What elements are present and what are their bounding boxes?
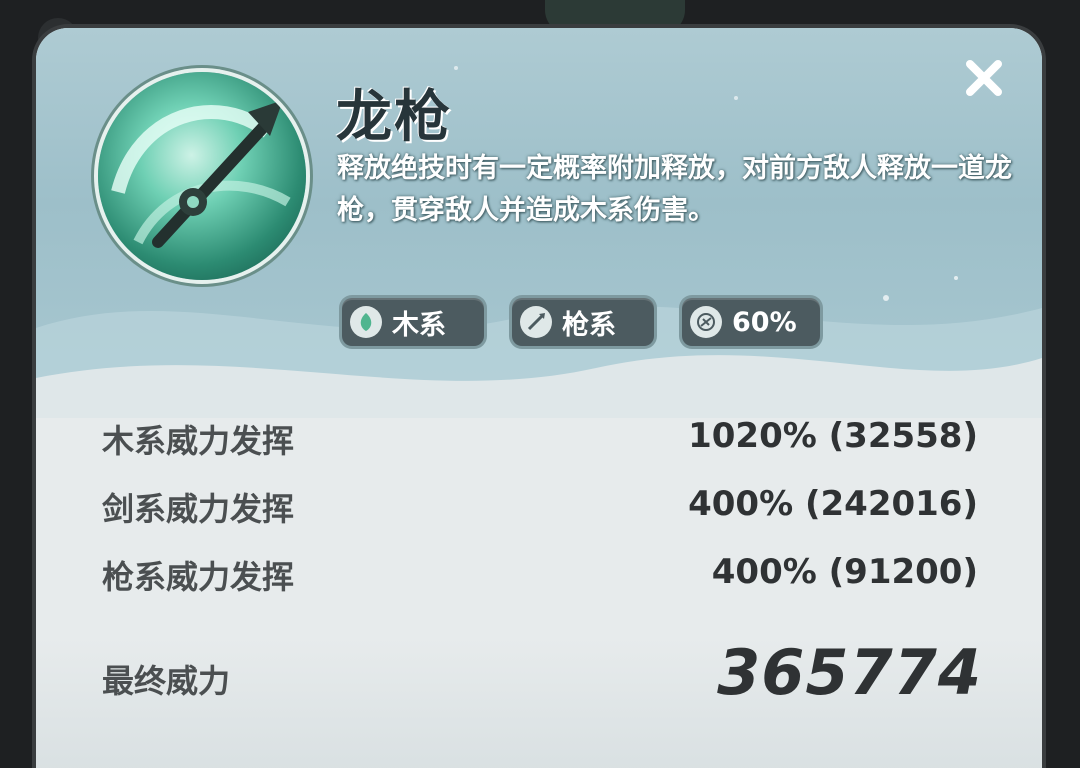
- close-button[interactable]: [960, 54, 1008, 102]
- stat-label: 木系威力发挥: [102, 422, 295, 460]
- wood-element-icon: [350, 306, 382, 338]
- tag-wood-element: 木系: [342, 298, 484, 346]
- stat-label: 剑系威力发挥: [102, 490, 295, 528]
- skill-description: 释放绝技时有一定概率附加释放，对前方敌人释放一道龙枪，贯穿敌人并造成木系伤害。: [337, 153, 1012, 226]
- stat-value: 1020% (32558): [688, 416, 978, 456]
- final-power-value: 365774: [717, 636, 982, 709]
- skill-detail-panel: 龙枪 释放绝技时有一定概率附加释放，对前方敌人释放一道龙枪，贯穿敌人并造成木系伤…: [36, 28, 1042, 768]
- tag-label: 木系: [392, 309, 446, 341]
- trigger-chance-icon: [690, 306, 722, 338]
- stat-value: 400% (242016): [688, 484, 978, 524]
- spear-type-icon: [520, 306, 552, 338]
- stat-value: 400% (91200): [711, 552, 978, 592]
- close-icon: [966, 60, 1002, 96]
- tag-trigger-chance: 60%: [682, 298, 820, 346]
- stat-label: 枪系威力发挥: [102, 558, 295, 596]
- tag-label: 60%: [732, 306, 797, 338]
- skill-title: 龙枪: [336, 85, 452, 150]
- tag-label: 枪系: [562, 309, 616, 341]
- stat-row-spear: 枪系威力发挥 400% (91200): [102, 552, 978, 602]
- stat-row-wood: 木系威力发挥 1020% (32558): [102, 416, 978, 466]
- dragon-spear-icon: [98, 72, 306, 280]
- stat-row-sword: 剑系威力发挥 400% (242016): [102, 484, 978, 534]
- tag-spear-type: 枪系: [512, 298, 654, 346]
- final-power-label: 最终威力: [102, 662, 231, 700]
